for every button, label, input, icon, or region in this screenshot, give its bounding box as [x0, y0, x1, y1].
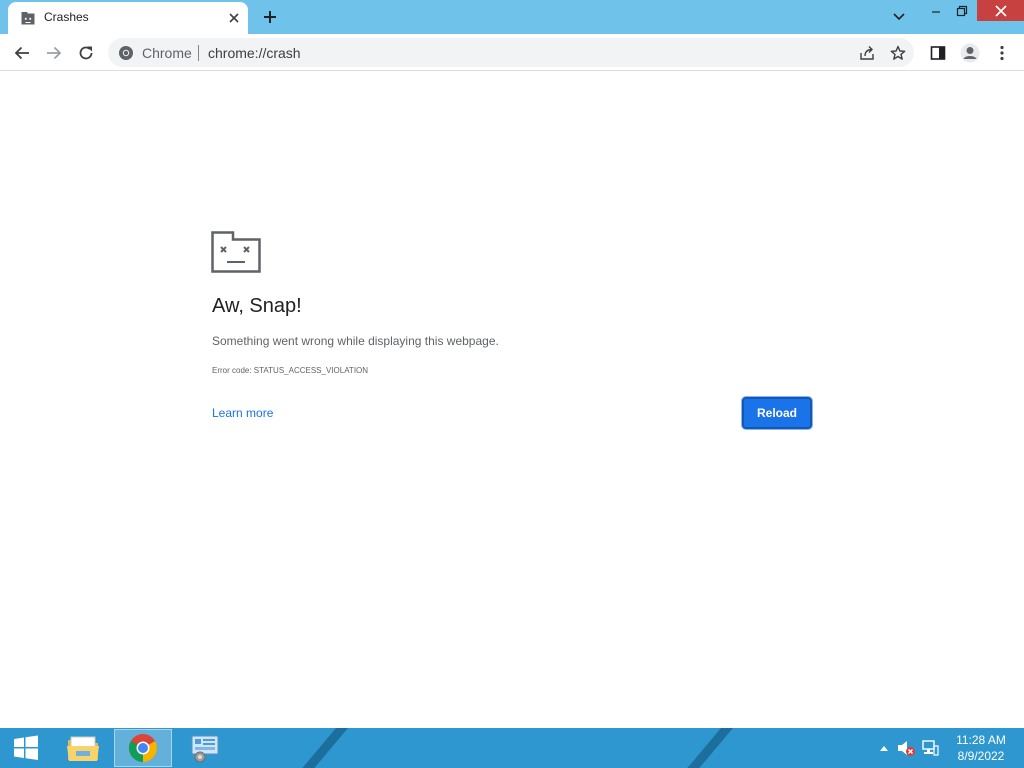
chevron-up-icon: [880, 746, 888, 751]
more-vert-icon: [1000, 45, 1004, 61]
star-icon[interactable]: [887, 42, 909, 64]
menu-button[interactable]: [990, 41, 1014, 65]
windows-logo-icon: [14, 735, 38, 760]
learn-more-link[interactable]: Learn more: [212, 406, 273, 420]
minimize-icon: [932, 11, 940, 13]
network-icon: [922, 740, 939, 756]
arrow-left-icon: [14, 46, 29, 60]
taskbar: 11:28 AM 8/9/2022: [0, 728, 1024, 768]
reload-button[interactable]: Reload: [742, 397, 812, 429]
volume-muted-icon: [898, 741, 915, 756]
control-panel-icon: [191, 735, 219, 763]
close-icon[interactable]: [226, 10, 242, 26]
taskbar-file-explorer[interactable]: [54, 729, 112, 767]
plus-icon: [264, 11, 276, 23]
start-button[interactable]: [4, 728, 48, 768]
error-code: Error code: STATUS_ACCESS_VIOLATION: [212, 366, 369, 375]
forward-button[interactable]: [42, 41, 66, 65]
omnibox-chip: Chrome: [142, 45, 192, 61]
back-button[interactable]: [10, 41, 34, 65]
omnibox[interactable]: Chrome chrome://crash: [108, 38, 914, 67]
chrome-logo-icon: [118, 45, 134, 61]
browser-toolbar: Chrome chrome://crash: [0, 34, 1024, 71]
url-text[interactable]: chrome://crash: [208, 45, 301, 61]
taskbar-decoration: [285, 728, 357, 768]
restore-icon: [956, 5, 968, 17]
minimize-button[interactable]: [924, 0, 948, 22]
side-panel-button[interactable]: [926, 41, 950, 65]
avatar-icon: [960, 43, 980, 63]
taskbar-clock[interactable]: 11:28 AM 8/9/2022: [950, 732, 1012, 764]
chrome-icon: [129, 734, 157, 762]
close-icon: [994, 4, 1007, 17]
sad-tab-favicon-icon: [21, 12, 35, 25]
profile-button[interactable]: [958, 41, 982, 65]
taskbar-decoration: [670, 728, 742, 768]
tab-search-button[interactable]: [886, 6, 912, 28]
error-title: Aw, Snap!: [212, 295, 302, 317]
show-hidden-icons-button[interactable]: [874, 738, 894, 758]
error-message: Something went wrong while displaying th…: [212, 334, 499, 348]
side-panel-icon: [930, 46, 946, 60]
refresh-icon: [79, 46, 93, 60]
volume-muted-button[interactable]: [896, 738, 916, 758]
title-bar: Crashes: [0, 0, 1024, 34]
restore-button[interactable]: [950, 0, 974, 22]
share-icon[interactable]: [856, 42, 878, 64]
chevron-down-icon: [893, 13, 905, 21]
tab-title: Crashes: [44, 10, 89, 24]
file-explorer-icon: [67, 736, 99, 761]
clock-date: 8/9/2022: [957, 749, 1005, 763]
reload-page-button[interactable]: [74, 41, 98, 65]
taskbar-chrome[interactable]: [114, 729, 172, 767]
omnibox-separator: [198, 45, 199, 61]
tab-crashes[interactable]: Crashes: [8, 2, 248, 34]
arrow-right-icon: [47, 46, 62, 60]
sad-tab-icon: [211, 231, 261, 273]
new-tab-button[interactable]: [259, 6, 281, 28]
taskbar-control-panel[interactable]: [176, 729, 234, 767]
network-button[interactable]: [920, 738, 940, 758]
clock-time: 11:28 AM: [956, 733, 1006, 747]
close-window-button[interactable]: [977, 0, 1024, 21]
